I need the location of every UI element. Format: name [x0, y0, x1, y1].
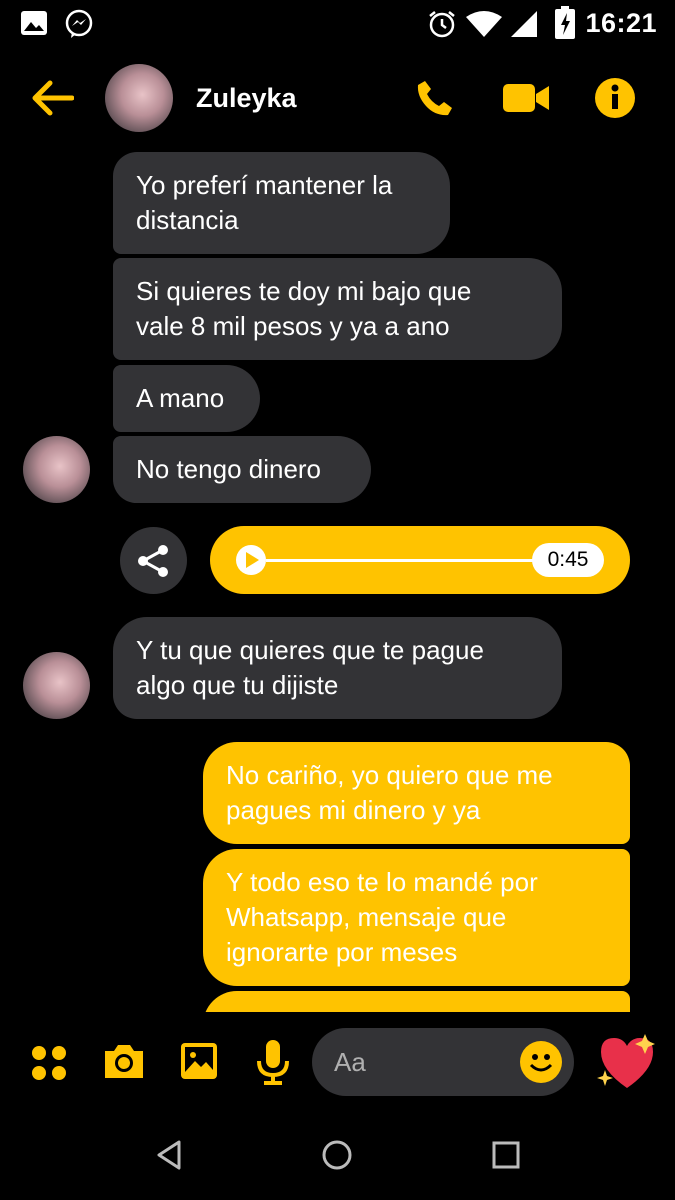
gallery-icon	[21, 11, 47, 35]
message-input-container[interactable]	[312, 1028, 574, 1096]
message-bubble-outgoing[interactable]: Y todo eso te lo mandé por Whatsapp, men…	[203, 849, 630, 986]
contact-name[interactable]: Zuleyka	[196, 83, 297, 114]
message-text: Si quieres te doy mi bajo que vale 8 mil…	[136, 276, 472, 341]
play-icon[interactable]	[236, 545, 266, 575]
composer-bar	[0, 1014, 675, 1110]
message-text: Yo preferí mantener la distancia	[136, 170, 393, 235]
message-bubble-outgoing-partial[interactable]	[203, 991, 630, 1012]
nav-back-icon[interactable]	[155, 1140, 183, 1170]
messenger-icon	[65, 9, 93, 38]
audio-message[interactable]: 0:45	[210, 526, 630, 594]
sender-avatar[interactable]	[23, 436, 90, 503]
message-bubble-outgoing[interactable]: No cariño, yo quiero que me pagues mi di…	[203, 742, 630, 844]
emoji-face	[529, 1054, 553, 1072]
message-input[interactable]	[334, 1042, 524, 1082]
emoji-icon[interactable]	[520, 1041, 562, 1083]
back-arrow-icon[interactable]	[30, 80, 74, 116]
heart-sparkle-icon[interactable]	[595, 1032, 659, 1092]
status-bar: 16:21	[0, 0, 675, 48]
alarm-icon	[429, 11, 455, 38]
message-text: Y tu que quieres que te pague algo que t…	[136, 635, 484, 700]
system-nav-bar	[0, 1110, 675, 1200]
message-text: Y todo eso te lo mandé por Whatsapp, men…	[226, 867, 538, 967]
video-camera-icon[interactable]	[502, 82, 550, 114]
message-bubble-incoming[interactable]: Y tu que quieres que te pague algo que t…	[113, 617, 562, 719]
message-text: No cariño, yo quiero que me pagues mi di…	[226, 760, 553, 825]
microphone-icon[interactable]	[256, 1039, 290, 1085]
image-icon[interactable]	[180, 1042, 218, 1080]
info-icon[interactable]	[594, 77, 636, 119]
sender-avatar[interactable]	[23, 652, 90, 719]
nav-recents-icon[interactable]	[492, 1141, 520, 1169]
chat-header: Zuleyka	[0, 56, 675, 140]
signal-icon	[511, 11, 537, 37]
apps-icon[interactable]	[31, 1045, 67, 1081]
message-text: A mano	[136, 383, 225, 413]
message-text: No tengo dinero	[136, 454, 322, 484]
battery-icon	[555, 6, 575, 39]
camera-icon[interactable]	[102, 1042, 146, 1080]
contact-avatar[interactable]	[105, 64, 173, 132]
message-list[interactable]: Yo preferí mantener la distancia Si quie…	[0, 140, 675, 1012]
status-clock: 16:21	[585, 8, 657, 38]
message-bubble-incoming[interactable]: Yo preferí mantener la distancia	[113, 152, 450, 254]
message-bubble-incoming[interactable]: Si quieres te doy mi bajo que vale 8 mil…	[113, 258, 562, 360]
audio-progress-track[interactable]	[266, 559, 566, 562]
message-bubble-incoming[interactable]: A mano	[113, 365, 260, 432]
audio-duration: 0:45	[532, 543, 604, 577]
nav-home-icon[interactable]	[321, 1139, 353, 1171]
wifi-icon	[466, 11, 502, 37]
phone-icon[interactable]	[415, 78, 455, 118]
share-icon	[138, 545, 168, 577]
message-bubble-incoming[interactable]: No tengo dinero	[113, 436, 371, 503]
share-button[interactable]	[120, 527, 187, 594]
